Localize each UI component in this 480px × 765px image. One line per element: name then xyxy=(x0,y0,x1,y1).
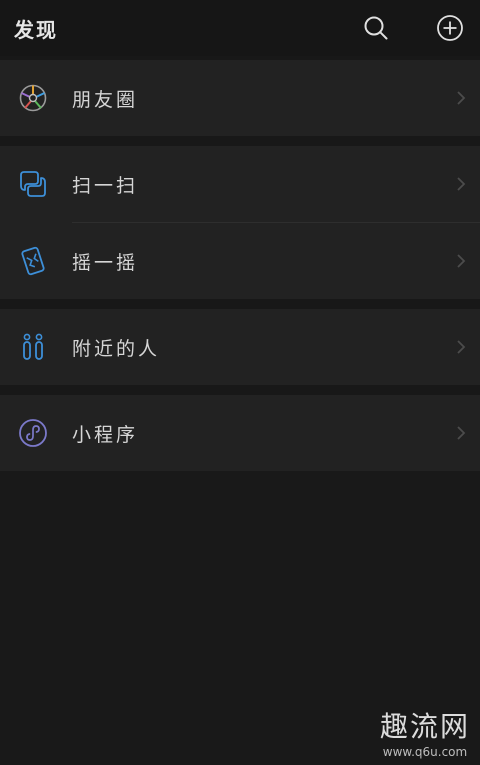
list-item-label: 小程序 xyxy=(72,423,139,446)
watermark-url: www.q6u.com xyxy=(382,745,468,759)
section-gap xyxy=(0,385,480,395)
list-item-label: 朋友圈 xyxy=(72,88,139,111)
list-item-shake[interactable]: 摇一摇 xyxy=(0,223,480,299)
section-people-nearby: 附近的人 xyxy=(0,309,480,385)
section-moments: 朋友圈 xyxy=(0,60,480,136)
list-item-people-nearby[interactable]: 附近的人 xyxy=(0,309,480,385)
list-item-label: 扫一扫 xyxy=(72,174,139,197)
section-mini-program: 小程序 xyxy=(0,395,480,471)
section-gap xyxy=(0,136,480,146)
top-bar: 发现 xyxy=(0,0,480,56)
section-gap xyxy=(0,299,480,309)
list-item-label: 摇一摇 xyxy=(72,251,139,274)
scan-icon xyxy=(18,169,48,199)
chevron-right-icon xyxy=(454,337,468,357)
list-item-scan[interactable]: 扫一扫 xyxy=(0,146,480,222)
search-icon[interactable] xyxy=(360,12,392,44)
watermark: 趣流网 www.q6u.com xyxy=(380,705,470,759)
chevron-right-icon xyxy=(454,88,468,108)
page-title: 发现 xyxy=(14,17,58,42)
plus-circle-icon[interactable] xyxy=(434,12,466,44)
chevron-right-icon xyxy=(454,423,468,443)
chevron-right-icon xyxy=(454,251,468,271)
section-scan-shake: 扫一扫 摇一摇 xyxy=(0,146,480,299)
list-item-mini-program[interactable]: 小程序 xyxy=(0,395,480,471)
moments-icon xyxy=(18,83,48,113)
chevron-right-icon xyxy=(454,174,468,194)
list-item-label: 附近的人 xyxy=(72,337,161,360)
watermark-text: 趣流网 xyxy=(379,710,470,743)
shake-icon xyxy=(18,246,48,276)
mini-program-icon xyxy=(18,418,48,448)
people-nearby-icon xyxy=(18,332,48,362)
list-item-moments[interactable]: 朋友圈 xyxy=(0,60,480,136)
